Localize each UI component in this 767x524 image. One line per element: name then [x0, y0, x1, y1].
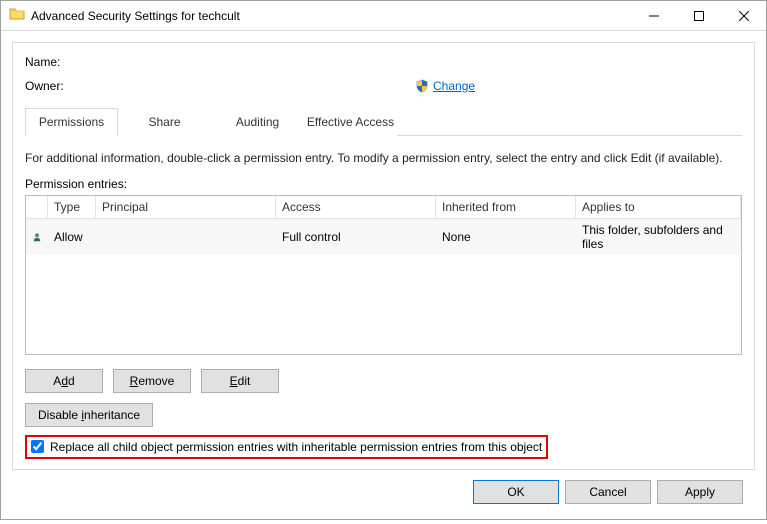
permission-entries-grid[interactable]: Type Principal Access Inherited from App…	[25, 195, 742, 355]
ok-button[interactable]: OK	[473, 480, 559, 504]
disable-inheritance-button[interactable]: Disable inheritance	[25, 403, 153, 427]
col-inherited[interactable]: Inherited from	[436, 196, 576, 218]
window-title: Advanced Security Settings for techcult	[31, 9, 631, 23]
add-button[interactable]: Add	[25, 369, 103, 393]
replace-child-entries-checkbox[interactable]	[31, 440, 44, 453]
name-label: Name:	[25, 55, 115, 69]
cell-inherited: None	[436, 226, 576, 248]
tab-auditing[interactable]: Auditing	[211, 108, 304, 136]
entry-buttons-row: Add Remove Edit	[25, 369, 742, 393]
tab-permissions[interactable]: Permissions	[25, 108, 118, 136]
table-row[interactable]: Allow Full control None This folder, sub…	[26, 219, 741, 255]
col-icon[interactable]	[26, 196, 48, 218]
col-access[interactable]: Access	[276, 196, 436, 218]
edit-button[interactable]: Edit	[201, 369, 279, 393]
cell-applies: This folder, subfolders and files	[576, 219, 741, 255]
col-principal[interactable]: Principal	[96, 196, 276, 218]
content-area: Name: Owner: Chan	[1, 31, 766, 524]
cell-principal	[96, 233, 276, 241]
dialog-footer: OK Cancel Apply	[12, 470, 755, 514]
maximize-button[interactable]	[676, 1, 721, 31]
shield-icon	[415, 79, 429, 93]
entries-label: Permission entries:	[25, 177, 742, 191]
panel: Name: Owner: Chan	[12, 42, 755, 470]
window: Advanced Security Settings for techcult …	[0, 0, 767, 520]
folder-icon	[9, 6, 25, 25]
close-button[interactable]	[721, 1, 766, 31]
change-owner-link[interactable]: Change	[433, 79, 475, 93]
cell-access: Full control	[276, 226, 436, 248]
remove-button[interactable]: Remove	[113, 369, 191, 393]
replace-child-entries-label: Replace all child object permission entr…	[50, 440, 542, 454]
tab-share[interactable]: Share	[118, 108, 211, 136]
name-row: Name:	[25, 55, 742, 69]
col-applies[interactable]: Applies to	[576, 196, 741, 218]
owner-row: Owner: Change	[25, 79, 742, 93]
minimize-button[interactable]	[631, 1, 676, 31]
cell-type: Allow	[48, 226, 96, 248]
grid-header: Type Principal Access Inherited from App…	[26, 196, 741, 219]
tabstrip: Permissions Share Auditing Effective Acc…	[25, 107, 742, 136]
info-text: For additional information, double-click…	[25, 150, 742, 167]
tab-effective-access[interactable]: Effective Access	[304, 108, 397, 136]
replace-child-entries-checkbox-row[interactable]: Replace all child object permission entr…	[25, 435, 548, 459]
user-icon	[26, 226, 48, 248]
apply-button[interactable]: Apply	[657, 480, 743, 504]
titlebar: Advanced Security Settings for techcult	[1, 1, 766, 31]
col-type[interactable]: Type	[48, 196, 96, 218]
owner-label: Owner:	[25, 79, 115, 93]
disable-inheritance-row: Disable inheritance	[25, 403, 742, 427]
cancel-button[interactable]: Cancel	[565, 480, 651, 504]
